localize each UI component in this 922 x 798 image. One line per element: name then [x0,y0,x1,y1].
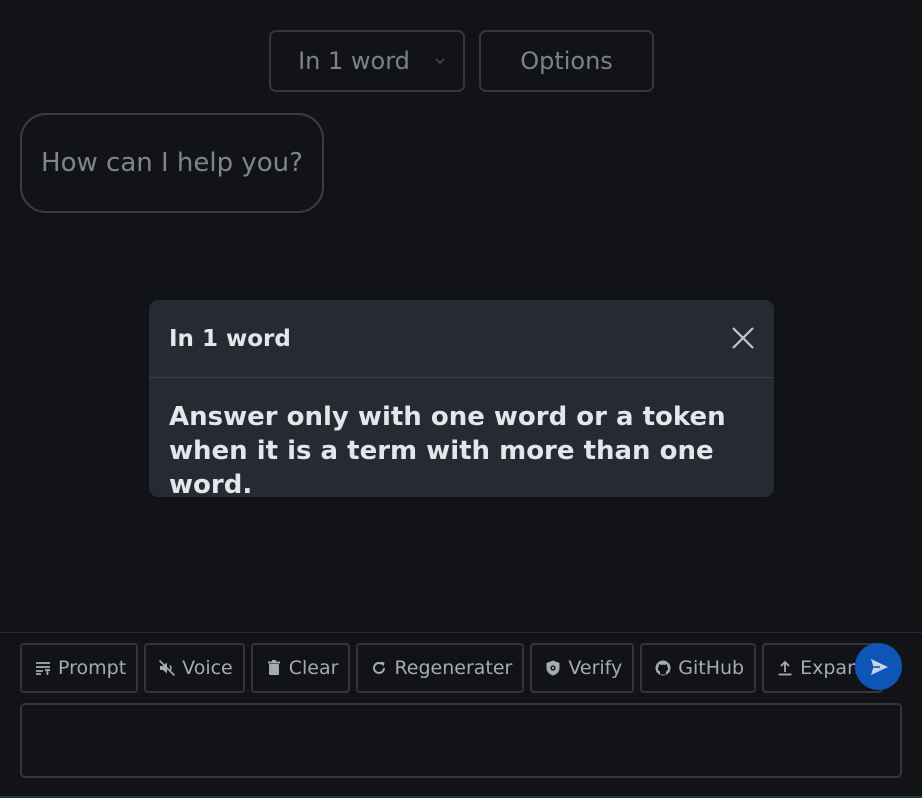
voice-button-label: Voice [182,657,233,679]
trash-icon [267,660,280,675]
regenerate-button-label: Regenerater [394,657,513,679]
send-icon [870,658,888,675]
verify-button[interactable]: Verify [530,643,635,693]
verify-button-label: Verify [568,657,623,679]
prompt-button[interactable]: Prompt [20,643,139,693]
chevron-down-icon [435,58,445,64]
voice-button[interactable]: Voice [144,643,245,693]
github-button-label: GitHub [678,657,745,679]
regenerate-button[interactable]: Regenerater [356,643,525,693]
message-input[interactable] [20,703,902,778]
dialog-body: Answer only with one word or a token whe… [169,402,726,500]
prompt-button-label: Prompt [58,657,127,679]
close-icon[interactable] [730,325,756,351]
mode-info-dialog: In 1 word Answer only with one word or a… [149,300,774,500]
assistant-greeting-bubble: How can I help you? [20,113,324,213]
upload-icon [778,660,792,676]
dialog-title: In 1 word [169,325,291,352]
voice-off-icon [159,659,176,677]
greeting-text: How can I help you? [41,148,303,178]
mode-select-value: In 1 word [298,47,410,75]
dialog-header: In 1 word [149,300,774,378]
github-icon [655,660,671,676]
clear-button-label: Clear [288,657,339,679]
prompt-icon [36,662,50,675]
send-button[interactable] [855,643,902,690]
top-bar: In 1 word Options [269,30,654,92]
github-button[interactable]: GitHub [640,643,757,693]
clear-button[interactable]: Clear [250,643,351,693]
mode-select[interactable]: In 1 word [269,30,465,92]
chat-app: In 1 word Options How can I help you? In… [0,0,922,798]
toolbar-divider [0,632,922,633]
options-button[interactable]: Options [479,30,654,92]
options-button-label: Options [520,47,613,75]
shield-icon [546,660,560,676]
refresh-icon [373,661,386,674]
toolbar: Prompt Voice Clear Regenerater Verify Gi… [20,643,884,693]
